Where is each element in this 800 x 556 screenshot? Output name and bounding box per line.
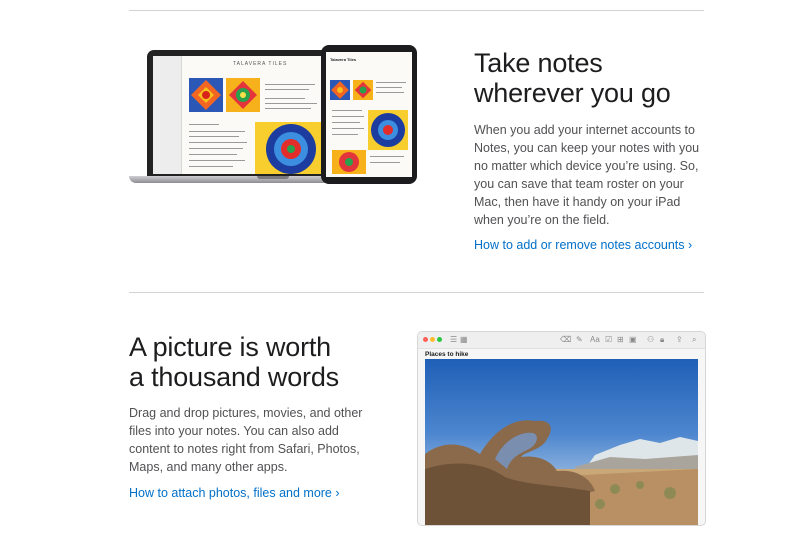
section2-heading-line2: a thousand words (129, 362, 339, 392)
ipad-tile-1 (330, 80, 350, 100)
section-divider-top (129, 10, 704, 11)
ipad-tile-4 (332, 150, 366, 174)
list-view-icon[interactable]: ☰ (450, 335, 457, 344)
section2-body: Drag and drop pictures, movies, and othe… (129, 406, 363, 474)
format-icon[interactable]: Aa (590, 335, 600, 344)
media-icon[interactable]: ▣ (629, 335, 637, 344)
section2-heading: A picture is worth a thousand words (129, 332, 339, 392)
compose-icon[interactable]: ✎ (576, 335, 583, 344)
section1-heading-line2: wherever you go (474, 78, 671, 108)
notes-toolbar: ☰ ▦ ⌫ ✎ Aa ☑ ⊞ ▣ ⚇ 🔒︎ ⇪ ⌕ (418, 332, 705, 349)
section1-heading-line1: Take notes (474, 48, 603, 78)
ipad: Talavera Tiles (321, 45, 417, 184)
zoom-window-icon[interactable] (437, 337, 442, 342)
ipad-screen: Talavera Tiles (326, 52, 412, 177)
ipad-tile-3 (368, 110, 408, 150)
desert-arch-photo (425, 359, 698, 525)
tile-image-1 (189, 78, 223, 112)
section2-heading-line1: A picture is worth (129, 332, 331, 362)
laptop-notch (257, 176, 289, 179)
devices-illustration: TALAVERA TILES Talavera Tiles (129, 45, 419, 187)
trash-icon[interactable]: ⌫ (560, 335, 571, 344)
tile-image-2 (226, 78, 260, 112)
notes-app-window: ☰ ▦ ⌫ ✎ Aa ☑ ⊞ ▣ ⚇ 🔒︎ ⇪ ⌕ Places to hike (417, 331, 706, 526)
tile-image-3 (255, 122, 327, 174)
ipad-tile-2 (353, 80, 373, 100)
table-icon[interactable]: ⊞ (617, 335, 624, 344)
search-icon[interactable]: ⌕ (692, 335, 696, 345)
section-divider-middle (129, 292, 704, 293)
ipad-note-title: Talavera Tiles (330, 57, 357, 62)
note-title: Places to hike (425, 351, 469, 358)
add-remove-accounts-link[interactable]: How to add or remove notes accounts › (474, 238, 692, 252)
attach-photos-files-link[interactable]: How to attach photos, files and more › (129, 486, 340, 500)
section1-body: When you add your internet accounts to N… (474, 123, 700, 227)
lock-icon[interactable]: 🔒︎ (660, 335, 664, 345)
gallery-view-icon[interactable]: ▦ (460, 335, 468, 344)
laptop-notes-sidebar (153, 56, 182, 174)
share-icon[interactable]: ⇪ (676, 335, 683, 344)
collaborate-icon[interactable]: ⚇ (647, 335, 654, 344)
laptop-note-title: TALAVERA TILES (233, 61, 288, 67)
close-window-icon[interactable] (423, 337, 428, 342)
checklist-icon[interactable]: ☑ (605, 335, 612, 344)
minimize-window-icon[interactable] (430, 337, 435, 342)
landscape-illustration (425, 420, 698, 525)
section1-heading: Take notes wherever you go (474, 48, 671, 108)
